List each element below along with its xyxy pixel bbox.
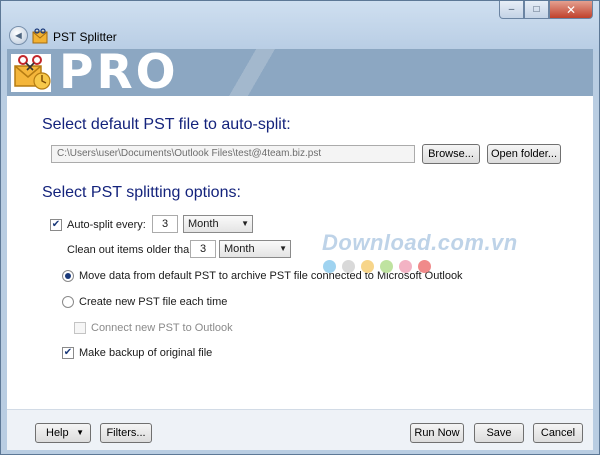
app-icon [32, 28, 48, 44]
banner-decoration [207, 49, 297, 96]
watermark-dot [342, 260, 355, 273]
watermark-dot [418, 260, 431, 273]
options-section-heading: Select PST splitting options: [42, 184, 241, 201]
pst-path-field[interactable]: C:\Users\user\Documents\Outlook Files\te… [51, 145, 415, 163]
help-button[interactable]: Help ▼ [35, 423, 91, 443]
auto-split-label: Auto-split every: [67, 219, 146, 231]
move-data-radio[interactable] [62, 270, 74, 282]
file-section-heading: Select default PST file to auto-split: [42, 116, 291, 133]
close-button[interactable]: ✕ [549, 1, 593, 19]
chevron-down-icon: ▼ [241, 219, 249, 228]
main-content: Select default PST file to auto-split: C… [7, 96, 593, 410]
watermark-dots [323, 260, 431, 273]
footer-bar: Help ▼ Filters... Run Now Save Cancel [7, 410, 593, 450]
auto-split-unit-value: Month [188, 218, 219, 230]
scissors-envelope-icon [11, 54, 51, 92]
chevron-down-icon: ▼ [279, 244, 287, 253]
open-folder-button[interactable]: Open folder... [487, 144, 561, 164]
watermark-dot [399, 260, 412, 273]
run-now-button[interactable]: Run Now [410, 423, 464, 443]
auto-split-checkbox[interactable]: ✔ [50, 219, 62, 231]
app-window: ◄ PST Splitter – □ ✕ PRO Select default … [0, 0, 600, 455]
banner-pro-text: PRO [59, 49, 179, 96]
window-controls: – □ ✕ [499, 1, 593, 19]
clean-out-unit-select[interactable]: Month ▼ [219, 240, 291, 258]
create-new-pst-radio[interactable] [62, 296, 74, 308]
filters-button[interactable]: Filters... [100, 423, 152, 443]
clean-out-label: Clean out items older than [67, 244, 196, 256]
browse-button[interactable]: Browse... [422, 144, 480, 164]
create-new-pst-label: Create new PST file each time [79, 296, 228, 308]
clean-out-value-field[interactable]: 3 [190, 240, 216, 258]
pro-banner: PRO [7, 49, 593, 96]
back-arrow-icon[interactable]: ◄ [9, 26, 28, 45]
window-title: PST Splitter [53, 30, 117, 44]
watermark-dot [323, 260, 336, 273]
watermark-dot [361, 260, 374, 273]
connect-pst-checkbox[interactable] [74, 322, 86, 334]
cancel-button[interactable]: Cancel [533, 423, 583, 443]
auto-split-unit-select[interactable]: Month ▼ [183, 215, 253, 233]
radio-selected-dot [65, 273, 71, 279]
title-bar: ◄ PST Splitter – □ ✕ [1, 1, 599, 51]
help-label: Help [46, 427, 69, 439]
clean-out-unit-value: Month [224, 243, 255, 255]
watermark-dot [380, 260, 393, 273]
connect-pst-label: Connect new PST to Outlook [91, 322, 233, 334]
backup-label: Make backup of original file [79, 347, 213, 359]
save-button[interactable]: Save [474, 423, 524, 443]
download-watermark: Download.com.vn [322, 230, 518, 255]
chevron-down-icon: ▼ [76, 428, 84, 437]
auto-split-value-field[interactable]: 3 [152, 215, 178, 233]
minimize-button[interactable]: – [499, 1, 524, 19]
maximize-button[interactable]: □ [524, 1, 549, 19]
backup-checkbox[interactable]: ✔ [62, 347, 74, 359]
